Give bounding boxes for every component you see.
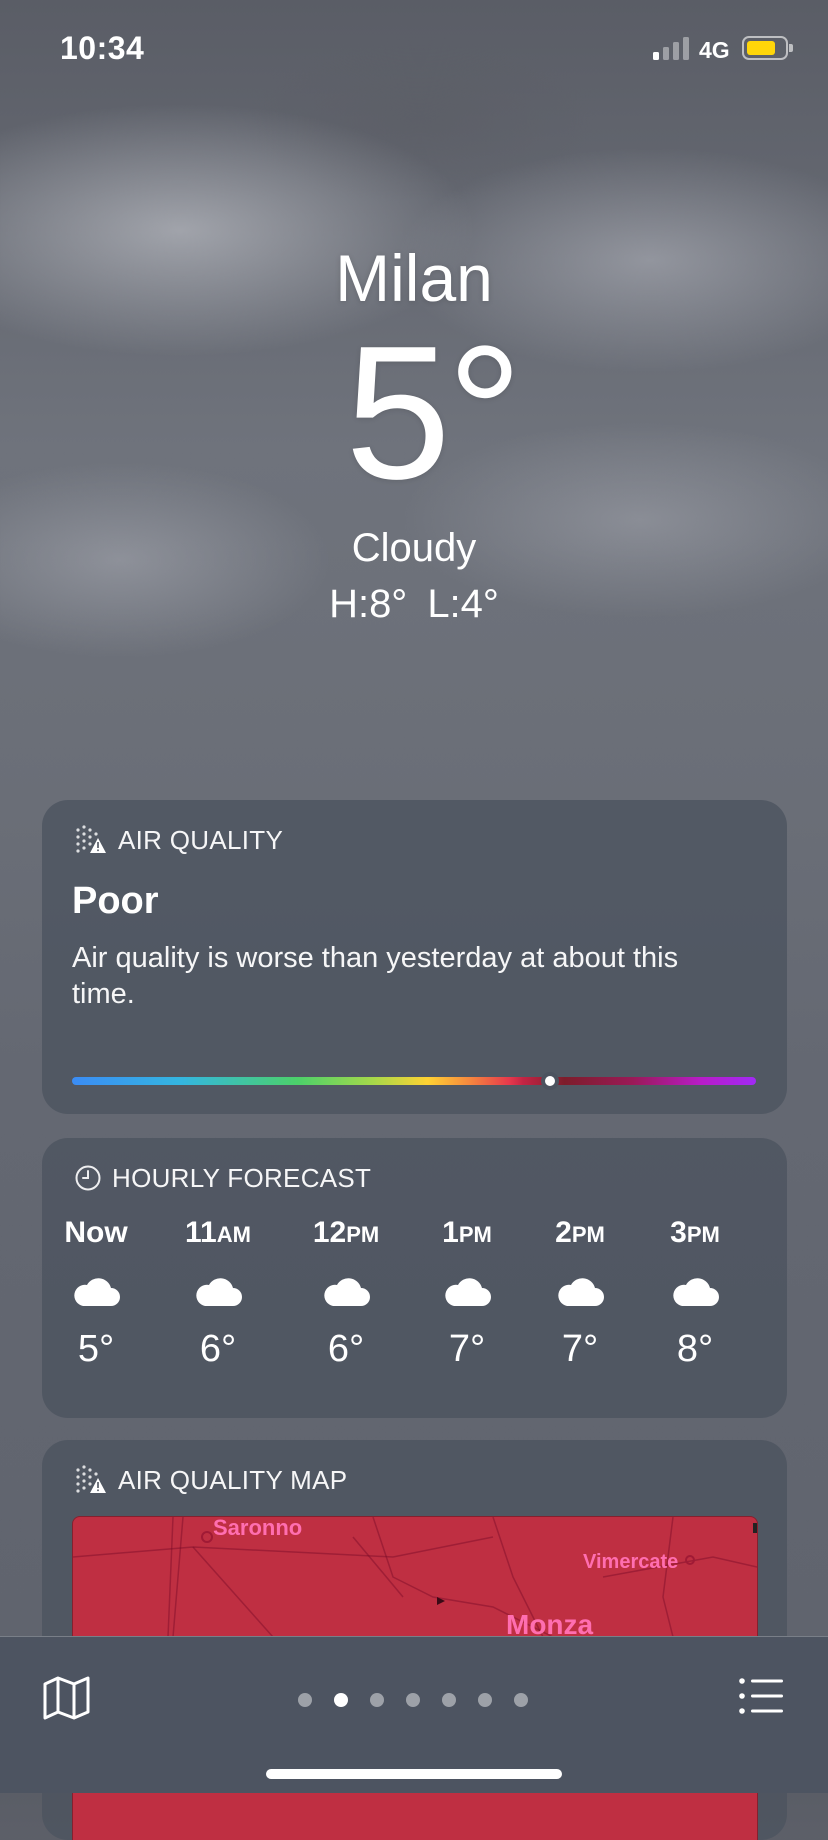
hour-temperature: 5° — [77, 1328, 115, 1370]
cloud-icon — [417, 1256, 517, 1326]
map-marker — [201, 1531, 213, 1543]
hourly-forecast-header: HOURLY FORECAST — [74, 1162, 371, 1194]
hour-label: 1PM — [442, 1216, 492, 1249]
page-dot[interactable] — [298, 1693, 312, 1707]
hour-label: 12PM — [312, 1216, 380, 1249]
hour-temperature: 6° — [199, 1328, 237, 1370]
map-marker — [685, 1555, 695, 1565]
hour-item: 11AM 6° — [168, 1216, 268, 1371]
signal-icon — [653, 36, 689, 60]
hour-label: 11AM — [185, 1216, 251, 1249]
cloud-icon — [168, 1256, 268, 1326]
page-indicator[interactable] — [298, 1693, 550, 1707]
current-temperature: 5° — [345, 307, 523, 519]
high-temperature: H:8° — [329, 582, 408, 626]
air-quality-level: Poor — [72, 880, 159, 922]
hour-temperature: 7° — [561, 1328, 599, 1370]
cloud-icon — [296, 1256, 396, 1326]
map-label-vimercate: Vimercate — [583, 1551, 679, 1573]
hour-temperature: 6° — [327, 1328, 365, 1370]
air-quality-map-title: AIR QUALITY MAP — [118, 1464, 348, 1495]
page-dot[interactable] — [478, 1693, 492, 1707]
status-time: 10:34 — [60, 30, 145, 66]
weather-condition: Cloudy — [351, 526, 477, 570]
hour-item: 1PM 7° — [417, 1216, 517, 1371]
hourly-forecast-card[interactable]: HOURLY FORECAST Now 5° 11AM 6° 12PM 6° 1… — [42, 1138, 787, 1418]
hourly-forecast-title: HOURLY FORECAST — [112, 1162, 372, 1193]
hour-item: 2PM 7° — [530, 1216, 630, 1371]
high-low: H:8° L:4° — [0, 582, 828, 627]
hour-item: 12PM 6° — [296, 1216, 396, 1371]
page-dot[interactable] — [442, 1693, 456, 1707]
hour-temperature: 7° — [448, 1328, 486, 1370]
status-bar: 10:34 4G — [0, 0, 828, 100]
page-dot[interactable] — [370, 1693, 384, 1707]
map-label-saronno: Saronno — [213, 1516, 303, 1540]
list-icon[interactable] — [738, 1677, 784, 1715]
air-quality-map-header: AIR QUALITY MAP — [74, 1464, 347, 1496]
page-dot[interactable] — [514, 1693, 528, 1707]
network-type: 4G — [699, 37, 730, 63]
cloud-icon — [645, 1256, 745, 1326]
hour-label: Now — [64, 1216, 128, 1249]
cloud-icon — [530, 1256, 630, 1326]
hour-label: 2PM — [555, 1216, 605, 1249]
page-dot-active[interactable] — [334, 1693, 348, 1707]
air-quality-warning-icon — [74, 824, 108, 856]
low-temperature: L:4° — [427, 582, 499, 626]
air-quality-warning-icon — [74, 1464, 108, 1496]
hour-item: Now 5° — [46, 1216, 146, 1371]
page-dot[interactable] — [406, 1693, 420, 1707]
map-icon[interactable] — [42, 1675, 92, 1721]
city-name: Milan — [335, 241, 493, 315]
cloud-icon — [46, 1256, 146, 1326]
air-quality-header: AIR QUALITY — [74, 824, 283, 856]
battery-icon — [742, 36, 793, 60]
air-quality-card[interactable]: AIR QUALITY Poor Air quality is worse th… — [42, 800, 787, 1114]
home-indicator[interactable] — [266, 1769, 562, 1779]
air-quality-scale — [72, 1072, 756, 1090]
hour-label: 3PM — [670, 1216, 720, 1249]
air-quality-marker — [541, 1072, 559, 1090]
air-quality-title: AIR QUALITY — [118, 824, 284, 855]
bottom-toolbar — [0, 1636, 828, 1793]
hour-temperature: 8° — [676, 1328, 714, 1370]
air-quality-description: Air quality is worse than yesterday at a… — [72, 942, 679, 1010]
clock-icon — [74, 1164, 102, 1192]
hour-item: 3PM 8° — [645, 1216, 745, 1371]
